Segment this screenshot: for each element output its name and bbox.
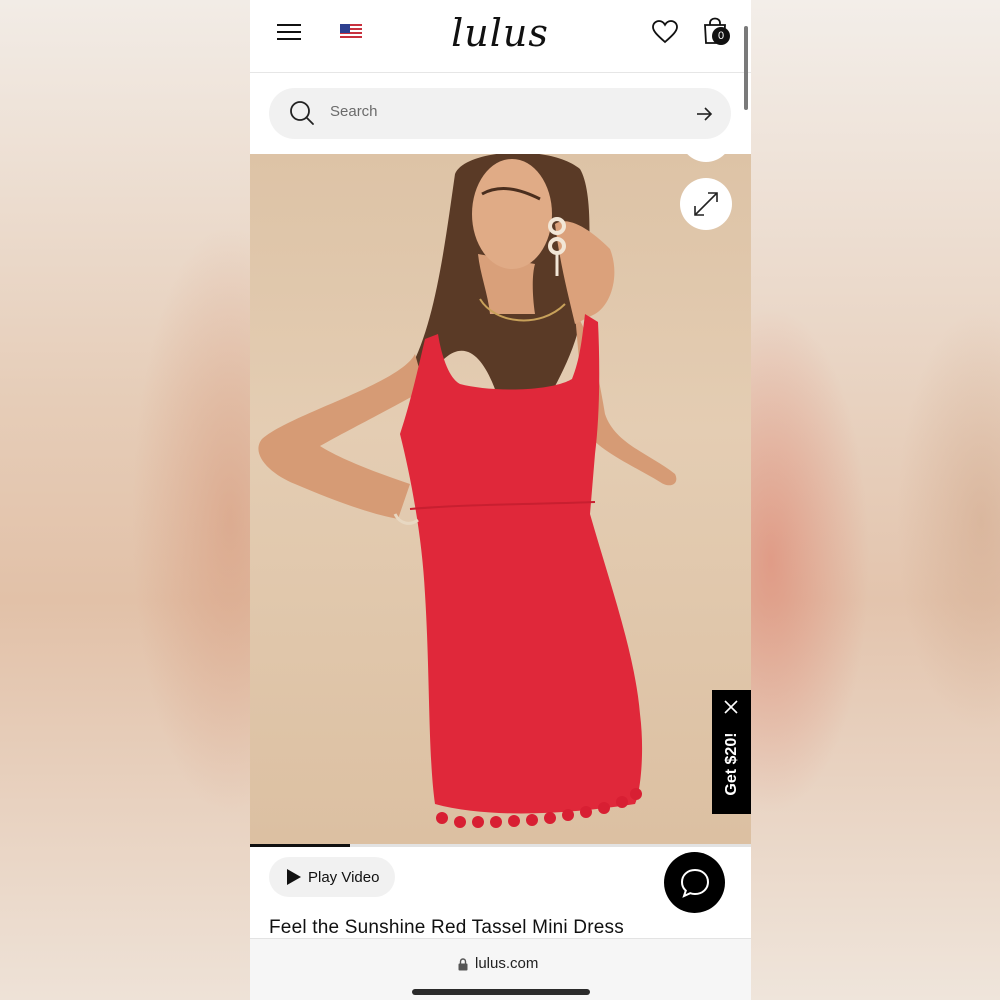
us-flag-icon[interactable] (340, 24, 362, 40)
browser-address-bar[interactable]: lulus.com (250, 938, 751, 1000)
play-video-label: Play Video (308, 868, 380, 886)
cart-count-badge: 0 (712, 27, 730, 45)
phone-screen: lulus 0 Search Get $20! Play Video Feel … (250, 0, 751, 1000)
chat-button[interactable] (664, 852, 725, 913)
hamburger-menu-icon[interactable] (274, 18, 304, 46)
site-logo[interactable]: lulus (430, 8, 570, 58)
product-image[interactable] (250, 154, 751, 844)
search-bar[interactable]: Search (269, 88, 731, 139)
play-icon (287, 869, 301, 885)
browser-url[interactable]: lulus.com (475, 955, 538, 972)
site-header: lulus 0 (250, 0, 751, 73)
image-carousel-progress (250, 844, 751, 847)
home-indicator[interactable] (412, 989, 590, 995)
search-icon[interactable] (289, 100, 315, 126)
background-blur-right (751, 0, 1000, 1000)
product-title: Feel the Sunshine Red Tassel Mini Dress (269, 917, 624, 938)
image-carousel-progress-fill (250, 844, 351, 847)
heart-icon[interactable] (650, 18, 680, 46)
model-illustration (258, 154, 677, 828)
chat-bubble-icon (680, 868, 709, 898)
lock-icon (458, 958, 468, 971)
promo-label[interactable]: Get $20! (722, 708, 742, 820)
search-input[interactable]: Search (330, 103, 378, 120)
promo-tab[interactable]: Get $20! (712, 690, 751, 814)
play-video-button[interactable]: Play Video (269, 857, 395, 897)
background-blur-left (0, 0, 250, 1000)
expand-icon[interactable] (680, 178, 732, 230)
arrow-right-icon[interactable] (694, 104, 714, 124)
scrollbar[interactable] (744, 26, 748, 110)
